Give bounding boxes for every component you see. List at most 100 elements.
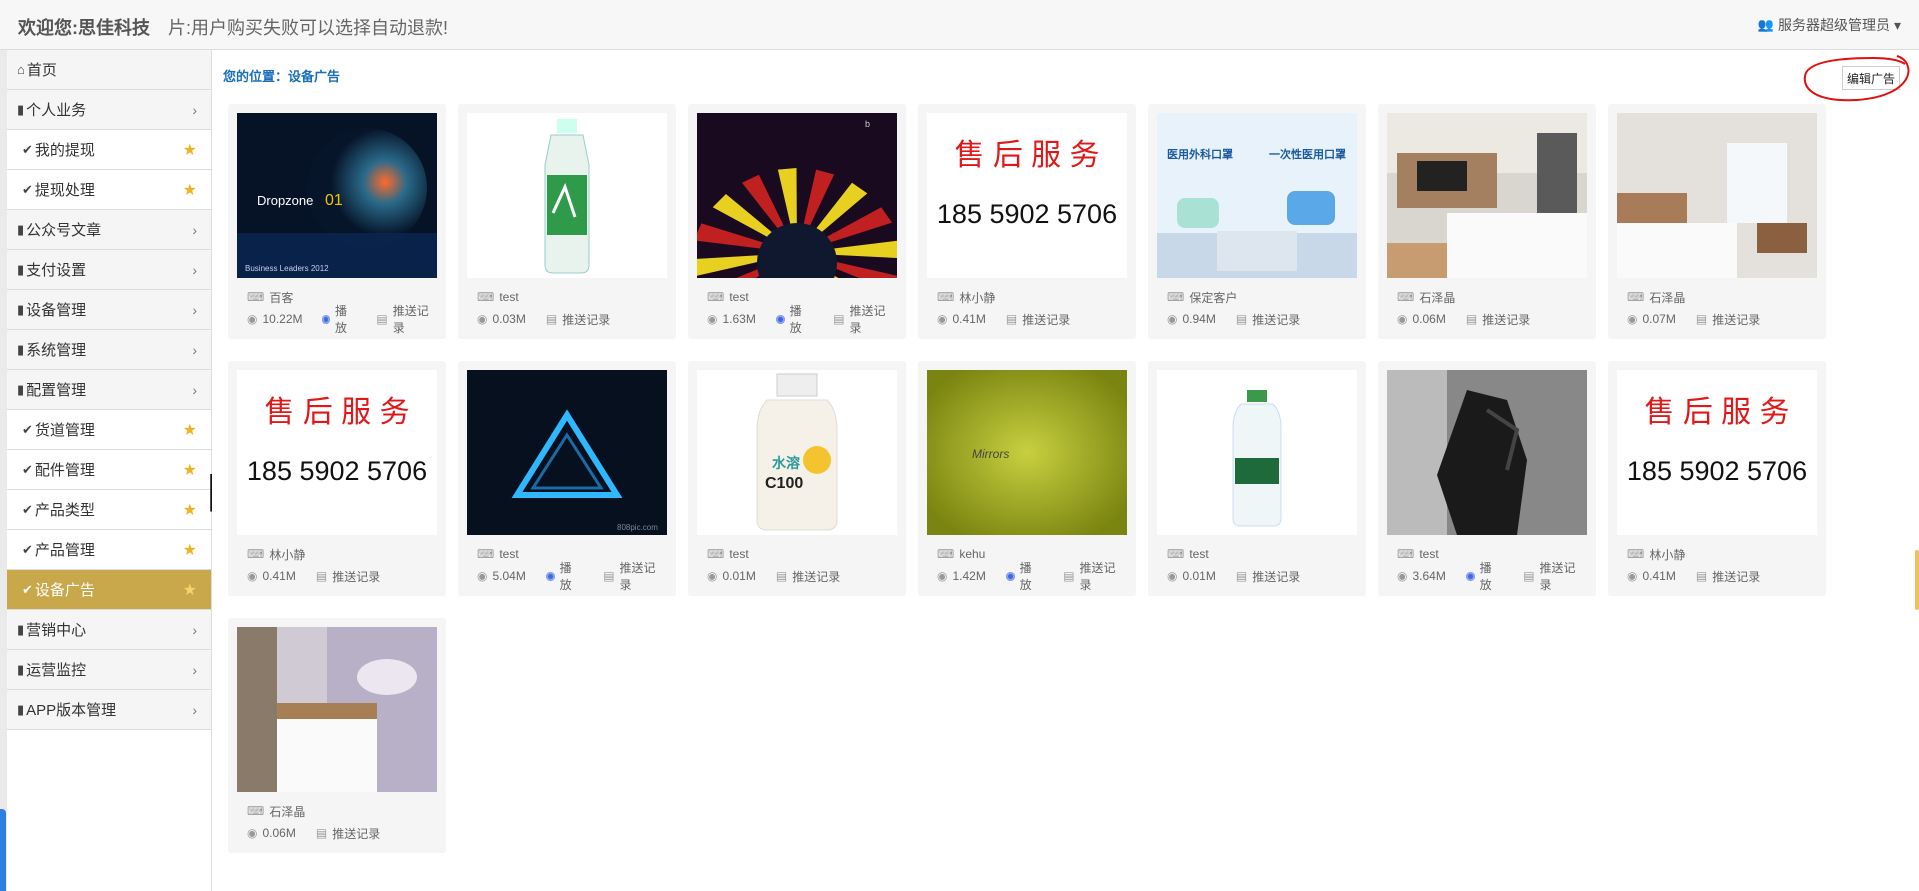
ad-card[interactable]: 售 后 服 务 185 5902 5706 ⌨ 林小静 ◉ 0.41M ▤ 推送记… bbox=[918, 104, 1136, 339]
star-icon[interactable]: ★ bbox=[183, 540, 197, 560]
play-icon[interactable] bbox=[1005, 571, 1015, 581]
sidebar-item-16[interactable]: ▮ APP版本管理 › bbox=[7, 690, 211, 730]
sidebar-item-15[interactable]: ▮ 运营监控 › bbox=[7, 650, 211, 690]
ad-card[interactable]: 水溶 C100 ⌨ test ◉ 0.01M ▤ 推送记录 bbox=[688, 361, 906, 596]
ad-thumbnail[interactable]: Mirrors bbox=[927, 370, 1127, 535]
scrollbar[interactable] bbox=[1915, 550, 1919, 610]
document-icon: ▤ bbox=[1695, 312, 1708, 326]
user-tag-icon: ⌨ bbox=[707, 290, 725, 304]
sidebar-item-5[interactable]: ▮ 支付设置 › bbox=[7, 250, 211, 290]
ad-card[interactable]: 售 后 服 务 185 5902 5706 ⌨ 林小静 ◉ 0.41M ▤ 推送记… bbox=[228, 361, 446, 596]
star-icon[interactable]: ★ bbox=[183, 140, 197, 160]
push-record-link[interactable]: 推送记录 bbox=[1080, 559, 1127, 593]
ad-thumbnail[interactable]: 售 后 服 务 185 5902 5706 bbox=[927, 113, 1127, 278]
ad-card[interactable]: b ⌨ test ◉ 1.63M 播放 ▤ 推送记录 bbox=[688, 104, 906, 339]
sidebar-item-8[interactable]: ▮ 配置管理 › bbox=[7, 370, 211, 410]
push-record-link[interactable]: 推送记录 bbox=[850, 302, 897, 336]
push-record-link[interactable]: 推送记录 bbox=[562, 311, 610, 328]
ad-card[interactable]: Mirrors ⌨ kehu ◉ 1.42M 播放 ▤ 推送记录 bbox=[918, 361, 1136, 596]
user-tag-icon: ⌨ bbox=[1397, 547, 1415, 561]
sidebar-item-12[interactable]: ✔ 产品管理 ★ bbox=[7, 530, 211, 570]
ad-owner: test bbox=[499, 547, 519, 561]
sidebar-item-label: 配件管理 bbox=[34, 462, 95, 479]
push-record-link[interactable]: 推送记录 bbox=[332, 825, 380, 842]
push-record-link[interactable]: 推送记录 bbox=[620, 559, 667, 593]
push-record-link[interactable]: 推送记录 bbox=[1252, 568, 1300, 585]
edit-ad-button[interactable]: 编辑广告 bbox=[1842, 66, 1900, 90]
ad-thumbnail[interactable]: 医用外科口罩 一次性医用口罩 bbox=[1157, 113, 1357, 278]
sidebar-item-9[interactable]: ✔ 货道管理 ★ bbox=[7, 410, 211, 450]
user-tag-icon: ⌨ bbox=[477, 290, 495, 304]
ad-thumbnail[interactable]: b bbox=[697, 113, 897, 278]
star-icon[interactable]: ★ bbox=[183, 580, 197, 600]
ad-thumbnail[interactable]: Dropzone 01 Business Leaders 2012 bbox=[237, 113, 437, 278]
play-link[interactable]: 播放 bbox=[335, 302, 357, 336]
ad-card[interactable]: 售 后 服 务 185 5902 5706 ⌨ 林小静 ◉ 0.41M ▤ 推送记… bbox=[1608, 361, 1826, 596]
play-icon[interactable] bbox=[1465, 571, 1475, 581]
play-link[interactable]: 播放 bbox=[790, 302, 814, 336]
ad-thumbnail[interactable] bbox=[1387, 113, 1587, 278]
push-record-link[interactable]: 推送记录 bbox=[1022, 311, 1070, 328]
ad-thumbnail[interactable]: 水溶 C100 bbox=[697, 370, 897, 535]
eye-icon: ◉ bbox=[707, 312, 718, 326]
sidebar-item-label: 我的提现 bbox=[34, 142, 95, 159]
ad-size: 1.63M bbox=[722, 312, 756, 326]
chevron-right-icon: › bbox=[192, 261, 197, 278]
sidebar-item-0[interactable]: ⌂ 首页 bbox=[7, 50, 211, 90]
sidebar-item-2[interactable]: ✔ 我的提现 ★ bbox=[7, 130, 211, 170]
edge-tab[interactable] bbox=[0, 809, 6, 891]
push-record-link[interactable]: 推送记录 bbox=[1252, 311, 1300, 328]
ad-card[interactable]: ⌨ 石泽晶 ◉ 0.06M ▤ 推送记录 bbox=[1378, 104, 1596, 339]
document-icon: ▤ bbox=[315, 826, 328, 840]
user-menu[interactable]: 👥 服务器超级管理员 ▾ bbox=[1758, 15, 1901, 35]
thumb-service-title: 售 后 服 务 bbox=[1644, 396, 1789, 429]
push-record-link[interactable]: 推送记录 bbox=[332, 568, 380, 585]
user-name: 服务器超级管理员 bbox=[1777, 17, 1890, 33]
play-icon[interactable] bbox=[545, 571, 555, 581]
eye-icon: ◉ bbox=[247, 826, 258, 840]
ad-thumbnail[interactable] bbox=[1157, 370, 1357, 535]
ad-thumbnail[interactable] bbox=[467, 113, 667, 278]
push-record-link[interactable]: 推送记录 bbox=[1712, 568, 1760, 585]
ad-card[interactable]: 医用外科口罩 一次性医用口罩 ⌨ 保定客户 ◉ 0.94M ▤ 推送记录 bbox=[1148, 104, 1366, 339]
ad-thumbnail[interactable]: 808pic.com bbox=[467, 370, 667, 535]
ad-thumbnail[interactable] bbox=[1617, 113, 1817, 278]
push-record-link[interactable]: 推送记录 bbox=[792, 568, 840, 585]
ad-card[interactable]: Dropzone 01 Business Leaders 2012 ⌨ 百客 ◉… bbox=[228, 104, 446, 339]
play-icon[interactable] bbox=[775, 314, 785, 324]
ad-thumbnail[interactable] bbox=[237, 627, 437, 792]
sidebar-item-4[interactable]: ▮ 公众号文章 › bbox=[7, 210, 211, 250]
push-record-link[interactable]: 推送记录 bbox=[1482, 311, 1530, 328]
sidebar-item-14[interactable]: ▮ 营销中心 › bbox=[7, 610, 211, 650]
push-record-link[interactable]: 推送记录 bbox=[1540, 559, 1587, 593]
play-link[interactable]: 播放 bbox=[560, 559, 584, 593]
ad-size: 0.07M bbox=[1642, 312, 1676, 326]
ad-card[interactable]: 808pic.com ⌨ test ◉ 5.04M 播放 ▤ 推送记录 bbox=[458, 361, 676, 596]
ad-thumbnail[interactable]: 售 后 服 务 185 5902 5706 bbox=[1617, 370, 1817, 535]
sidebar-item-10[interactable]: ✔ 配件管理 ★ bbox=[7, 450, 211, 490]
play-icon[interactable] bbox=[321, 314, 331, 324]
ad-card[interactable]: ⌨ 石泽晶 ◉ 0.07M ▤ 推送记录 bbox=[1608, 104, 1826, 339]
sidebar-item-label: 首页 bbox=[26, 62, 57, 79]
play-link[interactable]: 播放 bbox=[1020, 559, 1044, 593]
star-icon[interactable]: ★ bbox=[183, 460, 197, 480]
star-icon[interactable]: ★ bbox=[183, 500, 197, 520]
push-record-link[interactable]: 推送记录 bbox=[1712, 311, 1760, 328]
sidebar-item-11[interactable]: ✔ 产品类型 ★ bbox=[7, 490, 211, 530]
ad-thumbnail[interactable]: 售 后 服 务 185 5902 5706 bbox=[237, 370, 437, 535]
sidebar-item-1[interactable]: ▮ 个人业务 › bbox=[7, 90, 211, 130]
sidebar-item-13[interactable]: ✔ 设备广告 ★ bbox=[7, 570, 211, 610]
sidebar-item-3[interactable]: ✔ 提现处理 ★ bbox=[7, 170, 211, 210]
ad-card[interactable]: ⌨ test ◉ 0.03M ▤ 推送记录 bbox=[458, 104, 676, 339]
ad-card[interactable]: ⌨ test ◉ 0.01M ▤ 推送记录 bbox=[1148, 361, 1366, 596]
star-icon[interactable]: ★ bbox=[183, 180, 197, 200]
ad-thumbnail[interactable] bbox=[1387, 370, 1587, 535]
play-link[interactable]: 播放 bbox=[1480, 559, 1504, 593]
push-record-link[interactable]: 推送记录 bbox=[393, 302, 437, 336]
ad-card[interactable]: ⌨ test ◉ 3.64M 播放 ▤ 推送记录 bbox=[1378, 361, 1596, 596]
sidebar-item-6[interactable]: ▮ 设备管理 › bbox=[7, 290, 211, 330]
thumb-service-phone: 185 5902 5706 bbox=[1627, 456, 1807, 486]
star-icon[interactable]: ★ bbox=[183, 420, 197, 440]
sidebar-item-7[interactable]: ▮ 系统管理 › bbox=[7, 330, 211, 370]
ad-card[interactable]: ⌨ 石泽晶 ◉ 0.06M ▤ 推送记录 bbox=[228, 618, 446, 853]
